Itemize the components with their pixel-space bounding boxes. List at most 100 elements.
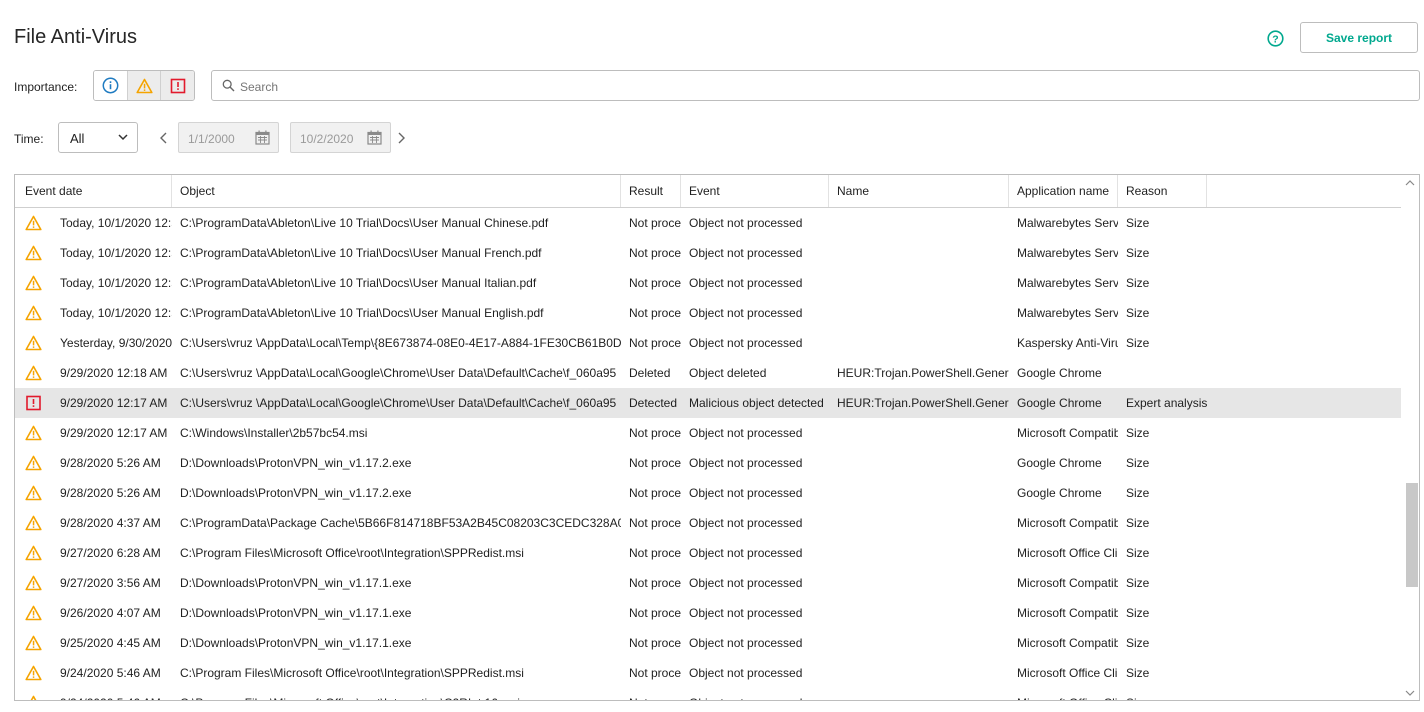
- importance-info-toggle[interactable]: [94, 71, 128, 100]
- table-row[interactable]: Today, 10/1/2020 12:58 PM C:\ProgramData\…: [15, 238, 1401, 268]
- calendar-icon[interactable]: [367, 130, 382, 145]
- warning-icon: [25, 485, 42, 501]
- column-header-reason[interactable]: Reason: [1118, 175, 1207, 207]
- cell-threat-name: [829, 568, 1009, 598]
- table-row[interactable]: 9/29/2020 12:17 AM C:\Windows\Installer\2…: [15, 418, 1401, 448]
- cell-event: Object not processed: [689, 456, 803, 470]
- cell-event-date: Today, 10/1/2020 12:58 PM: [60, 216, 172, 230]
- warning-icon: [25, 575, 42, 591]
- cell-reason: Size: [1118, 688, 1238, 700]
- cell-application-name: Google Chrome: [1017, 456, 1102, 470]
- table-row[interactable]: Yesterday, 9/30/2020 C:\Users\vruz \AppDa…: [15, 328, 1401, 358]
- cell-threat-name: [829, 688, 1009, 700]
- column-header-application-name[interactable]: Application name: [1009, 175, 1118, 207]
- cell-reason: Size: [1126, 576, 1150, 590]
- importance-warning-toggle[interactable]: [127, 71, 162, 100]
- cell-object: C:\ProgramData\Ableton\Live 10 Trial\Doc…: [180, 246, 542, 260]
- time-label: Time:: [14, 132, 44, 146]
- table-header: Event date Object Result Event Name Appl…: [15, 175, 1401, 208]
- table-row[interactable]: 9/27/2020 6:28 AM C:\Program Files\Micros…: [15, 538, 1401, 568]
- cell-reason: Size: [1126, 336, 1150, 350]
- cell-application-name: Malwarebytes Service: [1017, 246, 1118, 260]
- table-row[interactable]: 9/28/2020 4:37 AM C:\ProgramData\Package …: [15, 508, 1401, 538]
- warning-icon: [25, 305, 42, 321]
- cell-event-date: Today, 10/1/2020 12:58 PM: [60, 276, 172, 290]
- warning-icon: [25, 365, 42, 381]
- scrollbar-thumb[interactable]: [1406, 483, 1418, 587]
- table-row[interactable]: 9/25/2020 4:45 AM D:\Downloads\ProtonVPN_…: [15, 628, 1401, 658]
- cell-threat-name: [829, 298, 1009, 328]
- info-icon: [102, 77, 119, 94]
- column-header-result[interactable]: Result: [621, 175, 681, 207]
- cell-threat-name: [829, 448, 1009, 478]
- cell-result: Not processed: [629, 636, 681, 650]
- save-report-button[interactable]: Save report: [1300, 22, 1418, 53]
- column-header-object[interactable]: Object: [172, 175, 621, 207]
- cell-application-name: Microsoft Compatibility: [1017, 576, 1118, 590]
- chevron-left-icon[interactable]: [159, 132, 169, 144]
- date-to-field[interactable]: 10/2/2020: [290, 122, 391, 153]
- table-row[interactable]: 9/29/2020 12:17 AM C:\Users\vruz \AppData…: [15, 388, 1401, 418]
- cell-threat-name: [829, 628, 1009, 658]
- cell-threat-name: [829, 328, 1009, 358]
- cell-reason: Size: [1126, 216, 1150, 230]
- cell-application-name: Microsoft Compatibility: [1017, 426, 1118, 440]
- cell-reason: Size: [1126, 306, 1150, 320]
- table-row[interactable]: 9/28/2020 5:26 AM D:\Downloads\ProtonVPN_…: [15, 478, 1401, 508]
- table-row[interactable]: 9/27/2020 3:56 AM D:\Downloads\ProtonVPN_…: [15, 568, 1401, 598]
- cell-reason: Size: [1126, 636, 1150, 650]
- cell-result: Not processed: [629, 516, 681, 530]
- cell-application-name: Malwarebytes Service: [1017, 306, 1118, 320]
- cell-application-name: Microsoft Office Click: [1017, 546, 1118, 560]
- search-input[interactable]: [238, 75, 1412, 98]
- cell-reason: Size: [1126, 516, 1150, 530]
- svg-text:?: ?: [1272, 33, 1278, 45]
- page-title: File Anti-Virus: [14, 26, 138, 48]
- date-to-value: 10/2/2020: [300, 132, 354, 146]
- time-range-select[interactable]: All: [58, 122, 138, 153]
- cell-application-name: Google Chrome: [1017, 366, 1102, 380]
- cell-application-name: Microsoft Compatibility: [1017, 636, 1118, 650]
- time-range-value: All: [70, 131, 85, 146]
- vertical-scrollbar[interactable]: [1401, 175, 1419, 700]
- cell-threat-name: [829, 538, 1009, 568]
- cell-event: Object not processed: [689, 216, 803, 230]
- cell-object: D:\Downloads\ProtonVPN_win_v1.17.2.exe: [180, 456, 412, 470]
- table-row[interactable]: 9/29/2020 12:18 AM C:\Users\vruz \AppData…: [15, 358, 1401, 388]
- cell-object: C:\Users\vruz \AppData\Local\Google\Chro…: [180, 366, 617, 380]
- cell-event: Object not processed: [689, 306, 803, 320]
- column-header-name[interactable]: Name: [829, 175, 1009, 207]
- importance-critical-toggle[interactable]: [161, 71, 194, 100]
- table-row[interactable]: 9/24/2020 5:46 AMC:\Program Files\Micros…: [15, 658, 1401, 688]
- cell-object: C:\Users\vruz \AppData\Local\Temp\{8E673…: [180, 336, 621, 350]
- cell-event-date: 9/28/2020 4:37 AM: [60, 516, 161, 530]
- table-row[interactable]: Today, 10/1/2020 12:58 PM C:\ProgramData\…: [15, 208, 1401, 238]
- table-row[interactable]: 9/26/2020 4:07 AM D:\Downloads\ProtonVPN_…: [15, 598, 1401, 628]
- cell-application-name: Microsoft Compatibility: [1017, 606, 1118, 620]
- cell-threat-name: HEUR:Trojan.PowerShell.Generic: [837, 366, 1009, 380]
- scroll-down-icon[interactable]: [1405, 690, 1415, 697]
- date-from-field[interactable]: 1/1/2000: [178, 122, 279, 153]
- column-header-event[interactable]: Event: [681, 175, 829, 207]
- warning-icon: [30, 695, 37, 700]
- cell-event-date: Today, 10/1/2020 12:58 PM: [60, 306, 172, 320]
- calendar-icon[interactable]: [255, 130, 270, 145]
- column-header-event-date[interactable]: Event date: [15, 175, 172, 207]
- table-row[interactable]: Today, 10/1/2020 12:58 PM C:\ProgramData\…: [15, 268, 1401, 298]
- cell-object: C:\Program Files\Microsoft Office\root\I…: [180, 666, 524, 680]
- cell-object: D:\Downloads\ProtonVPN_win_v1.17.2.exe: [180, 486, 412, 500]
- cell-object: C:\ProgramData\Ableton\Live 10 Trial\Doc…: [180, 276, 537, 290]
- cell-object: C:\ProgramData\Package Cache\5B66F814718…: [180, 516, 621, 530]
- cell-event: Object not processed: [689, 426, 803, 440]
- cell-event: Malicious object detected: [689, 396, 824, 410]
- table-row[interactable]: 9/24/2020 5:46 AMC:\Program Files\Micros…: [15, 688, 1401, 700]
- table-row[interactable]: Today, 10/1/2020 12:58 PM C:\ProgramData\…: [15, 298, 1401, 328]
- cell-reason: Size: [1126, 606, 1150, 620]
- date-from-value: 1/1/2000: [188, 132, 235, 146]
- chevron-right-icon[interactable]: [396, 132, 406, 144]
- cell-reason: Size: [1126, 486, 1150, 500]
- cell-event-date: 9/29/2020 12:17 AM: [60, 396, 168, 410]
- help-icon[interactable]: ?: [1267, 30, 1284, 47]
- scroll-up-icon[interactable]: [1405, 179, 1415, 186]
- table-row[interactable]: 9/28/2020 5:26 AM D:\Downloads\ProtonVPN_…: [15, 448, 1401, 478]
